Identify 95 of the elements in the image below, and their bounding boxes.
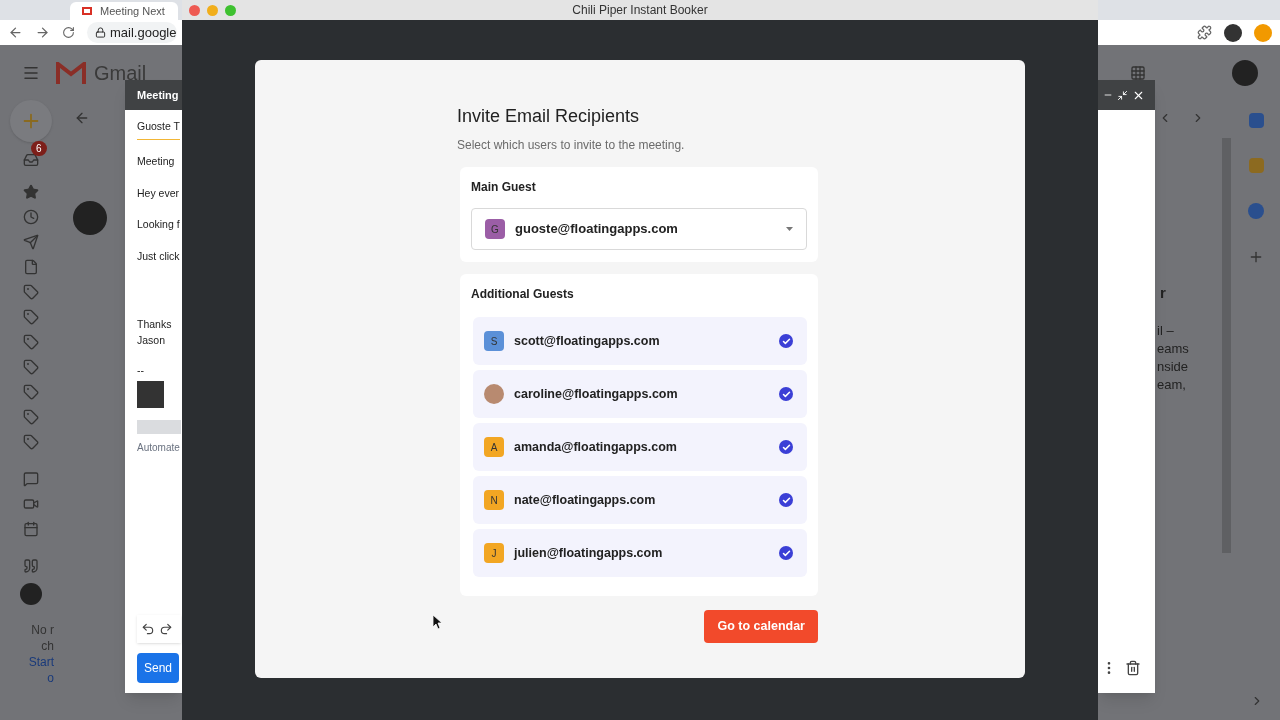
guest-email: scott@floatingapps.com	[514, 332, 660, 350]
window-title: Chili Piper Instant Booker	[572, 2, 708, 19]
email-text: r	[1160, 284, 1166, 302]
zoom-window-icon[interactable]	[225, 4, 236, 16]
undo-icon[interactable]	[141, 622, 155, 636]
tag-icon[interactable]	[23, 284, 39, 300]
email-text: eams	[1157, 340, 1189, 358]
body-text: Hey ever	[137, 185, 179, 201]
go-to-calendar-button[interactable]: Go to calendar	[704, 610, 818, 643]
guest-row[interactable]: caroline@floatingapps.com	[473, 370, 807, 418]
chat-icon[interactable]	[23, 471, 39, 487]
reload-icon[interactable]	[62, 26, 75, 39]
footer-text: Automate	[137, 441, 180, 455]
email-text: eam,	[1157, 376, 1186, 394]
mouse-pointer-icon	[433, 615, 442, 629]
body-text: Thanks	[137, 316, 172, 332]
avatar-photo-placeholder	[484, 384, 504, 404]
avatar-initial: J	[484, 543, 504, 563]
trash-icon[interactable]	[1125, 660, 1141, 676]
gmail-logo-icon	[56, 61, 86, 84]
avatar-initial: N	[484, 490, 504, 510]
compose-title: Meeting	[137, 87, 179, 103]
body-text: Looking f	[137, 217, 180, 233]
send-icon[interactable]	[23, 234, 39, 250]
signature-separator: --	[137, 363, 144, 379]
body-text: Jason	[137, 332, 166, 348]
account-avatar[interactable]	[1232, 59, 1258, 86]
tag-icon[interactable]	[23, 359, 39, 375]
dialog-subtitle: Select which users to invite to the meeting.	[457, 137, 686, 154]
gmail-logo-text: Gmail	[94, 60, 147, 86]
body-text: Just click	[137, 249, 180, 264]
quote-icon[interactable]	[23, 558, 39, 574]
guest-email: nate@floatingapps.com	[514, 491, 656, 509]
guest-email: caroline@floatingapps.com	[514, 385, 678, 403]
section-label: Additional Guests	[471, 286, 575, 303]
signature-photo	[137, 381, 164, 408]
guest-row[interactable]: S scott@floatingapps.com	[473, 317, 807, 365]
tag-icon[interactable]	[23, 434, 39, 450]
guest-select[interactable]: G guoste@floatingapps.com	[471, 208, 807, 250]
checkbox[interactable]	[779, 440, 793, 454]
collapse-icon[interactable]	[1117, 89, 1128, 101]
gmail-favicon-icon	[82, 7, 92, 15]
address-bar[interactable]: mail.google	[87, 22, 177, 43]
calendar-icon[interactable]	[23, 521, 39, 537]
guest-email: amanda@floatingapps.com	[514, 438, 677, 456]
avatar-initial: G	[485, 219, 505, 239]
dialog-heading: Invite Email Recipients	[457, 105, 641, 128]
footer-text: ch	[41, 638, 54, 654]
guest-email: guoste@floatingapps.com	[515, 220, 678, 239]
section-label: Main Guest	[471, 179, 537, 196]
redo-icon[interactable]	[159, 622, 173, 636]
email-text: nside	[1157, 358, 1189, 376]
checkbox[interactable]	[779, 546, 793, 560]
tab-title: Meeting Next	[100, 3, 165, 19]
tag-icon[interactable]	[23, 409, 39, 425]
minimize-window-icon[interactable]	[207, 4, 218, 16]
update-icon[interactable]	[1254, 23, 1272, 42]
email-text: il –	[1157, 322, 1174, 340]
avatar-initial: S	[484, 331, 504, 351]
tasks-app-icon[interactable]	[1248, 203, 1264, 219]
inbox-icon[interactable]	[23, 152, 39, 168]
checkbox[interactable]	[779, 334, 793, 348]
guest-email: julien@floatingapps.com	[514, 544, 663, 562]
signature-banner-placeholder	[137, 420, 181, 434]
close-window-icon[interactable]	[189, 4, 200, 16]
forward-icon[interactable]	[35, 25, 50, 40]
document-icon[interactable]	[23, 259, 39, 275]
tag-icon[interactable]	[23, 384, 39, 400]
recipient-field[interactable]: Guoste T	[137, 119, 180, 140]
apps-grid-icon[interactable]	[1130, 64, 1146, 81]
browser-tab[interactable]: Meeting Next	[70, 2, 178, 20]
star-icon[interactable]	[23, 184, 39, 200]
dropdown-caret-icon	[786, 227, 793, 231]
checkbox[interactable]	[779, 387, 793, 401]
send-button[interactable]: Send	[137, 653, 180, 683]
sender-avatar	[73, 201, 107, 235]
tag-icon[interactable]	[23, 309, 39, 325]
puzzle-icon[interactable]	[1197, 25, 1212, 40]
guest-row[interactable]: N nate@floatingapps.com	[473, 476, 807, 524]
subject-field[interactable]: Meeting	[137, 153, 175, 170]
back-icon[interactable]	[8, 25, 23, 40]
calendar-app-icon[interactable]	[1248, 113, 1264, 128]
user-avatar[interactable]	[20, 583, 42, 605]
avatar-initial: A	[484, 437, 504, 457]
footer-text: No r	[31, 622, 54, 638]
guest-row[interactable]: J julien@floatingapps.com	[473, 529, 807, 577]
lock-icon	[95, 27, 106, 38]
profile-avatar[interactable]	[1224, 23, 1242, 42]
tag-icon[interactable]	[23, 334, 39, 350]
video-icon[interactable]	[23, 496, 39, 512]
guest-row[interactable]: A amanda@floatingapps.com	[473, 423, 807, 471]
add-icon[interactable]	[1248, 249, 1264, 265]
checkbox[interactable]	[779, 493, 793, 507]
clock-icon[interactable]	[23, 209, 39, 225]
unread-badge: 6	[31, 141, 47, 156]
